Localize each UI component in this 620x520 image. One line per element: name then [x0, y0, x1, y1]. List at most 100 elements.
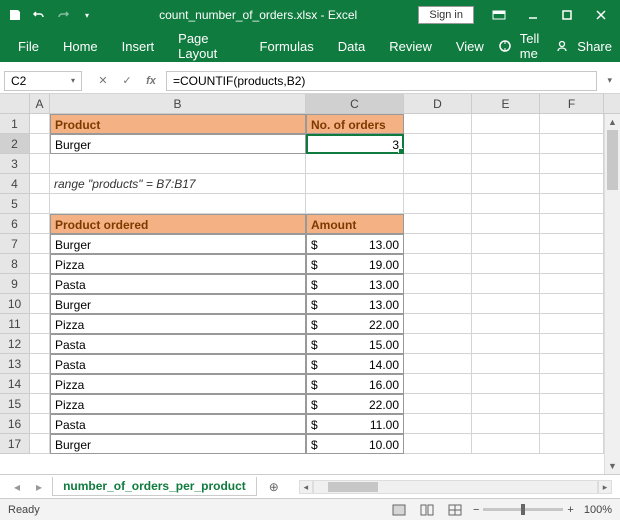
hscroll-thumb[interactable]	[328, 482, 378, 492]
cell[interactable]: range "products" = B7:B17	[50, 174, 306, 194]
zoom-in-icon[interactable]: +	[567, 504, 573, 516]
cell[interactable]	[540, 154, 604, 174]
tellme-icon[interactable]	[498, 39, 512, 53]
cell[interactable]	[404, 194, 472, 214]
cell[interactable]	[540, 214, 604, 234]
cell[interactable]	[472, 254, 540, 274]
col-header-A[interactable]: A	[30, 94, 50, 113]
scroll-thumb[interactable]	[607, 130, 618, 190]
select-all-corner[interactable]	[0, 94, 30, 113]
cell[interactable]	[472, 274, 540, 294]
maximize-icon[interactable]	[552, 5, 582, 25]
cell[interactable]: Pasta	[50, 414, 306, 434]
cell[interactable]	[472, 194, 540, 214]
zoom-slider[interactable]	[483, 508, 563, 511]
cell[interactable]	[472, 434, 540, 454]
tab-insert[interactable]: Insert	[112, 33, 165, 60]
cell[interactable]: $13.00	[306, 234, 404, 254]
pagebreak-view-icon[interactable]	[445, 502, 465, 518]
col-header-B[interactable]: B	[50, 94, 306, 113]
cell[interactable]: $22.00	[306, 394, 404, 414]
sign-in-button[interactable]: Sign in	[418, 6, 474, 24]
cell[interactable]	[472, 414, 540, 434]
chevron-down-icon[interactable]: ▾	[71, 76, 75, 85]
cell[interactable]	[540, 194, 604, 214]
cell[interactable]	[306, 154, 404, 174]
cell[interactable]	[30, 174, 50, 194]
hscroll-right-icon[interactable]: ▸	[598, 480, 612, 494]
tab-review[interactable]: Review	[379, 33, 442, 60]
cancel-formula-icon[interactable]: ✕	[94, 72, 112, 90]
cell[interactable]: Burger	[50, 234, 306, 254]
cell[interactable]: $15.00	[306, 334, 404, 354]
col-header-F[interactable]: F	[540, 94, 604, 113]
tab-view[interactable]: View	[446, 33, 494, 60]
normal-view-icon[interactable]	[389, 502, 409, 518]
cell[interactable]: Pizza	[50, 394, 306, 414]
share-icon[interactable]	[555, 39, 569, 53]
undo-icon[interactable]	[28, 5, 50, 25]
formula-input[interactable]: =COUNTIF(products,B2)	[166, 71, 597, 91]
cell[interactable]	[30, 434, 50, 454]
cell[interactable]: $19.00	[306, 254, 404, 274]
cell[interactable]	[30, 374, 50, 394]
cell[interactable]	[472, 374, 540, 394]
cell[interactable]	[404, 234, 472, 254]
cell[interactable]	[540, 294, 604, 314]
cell[interactable]	[540, 414, 604, 434]
cell[interactable]	[472, 294, 540, 314]
expand-formula-icon[interactable]: ▾	[603, 75, 616, 86]
pagelayout-view-icon[interactable]	[417, 502, 437, 518]
cell[interactable]	[540, 114, 604, 134]
tab-file[interactable]: File	[8, 33, 49, 60]
cell[interactable]	[472, 314, 540, 334]
cell[interactable]	[540, 254, 604, 274]
row-header[interactable]: 8	[0, 254, 30, 274]
cell[interactable]	[404, 414, 472, 434]
row-header[interactable]: 4	[0, 174, 30, 194]
cell[interactable]	[30, 274, 50, 294]
zoom-level[interactable]: 100%	[584, 504, 612, 516]
ribbon-options-icon[interactable]	[484, 5, 514, 25]
scroll-down-icon[interactable]: ▼	[605, 458, 620, 474]
redo-icon[interactable]	[52, 5, 74, 25]
cell[interactable]	[472, 214, 540, 234]
cell[interactable]	[540, 354, 604, 374]
cell[interactable]	[30, 214, 50, 234]
cell[interactable]: Pizza	[50, 314, 306, 334]
cell[interactable]	[540, 274, 604, 294]
cell[interactable]	[404, 174, 472, 194]
row-header[interactable]: 14	[0, 374, 30, 394]
cell[interactable]	[404, 254, 472, 274]
row-header[interactable]: 15	[0, 394, 30, 414]
row-header[interactable]: 11	[0, 314, 30, 334]
cell[interactable]	[306, 194, 404, 214]
enter-formula-icon[interactable]: ✓	[118, 72, 136, 90]
cell[interactable]	[30, 354, 50, 374]
cell[interactable]	[540, 334, 604, 354]
cell[interactable]: $14.00	[306, 354, 404, 374]
cell[interactable]	[472, 114, 540, 134]
cell[interactable]: $13.00	[306, 294, 404, 314]
cell[interactable]	[540, 174, 604, 194]
cell[interactable]	[404, 274, 472, 294]
cell[interactable]: Pasta	[50, 334, 306, 354]
row-header[interactable]: 1	[0, 114, 30, 134]
qat-dropdown-icon[interactable]: ▾	[76, 5, 98, 25]
col-header-C[interactable]: C	[306, 94, 404, 113]
row-header[interactable]: 17	[0, 434, 30, 454]
cell[interactable]: 3	[306, 134, 404, 154]
cell[interactable]: $13.00	[306, 274, 404, 294]
cell[interactable]	[404, 314, 472, 334]
tab-data[interactable]: Data	[328, 33, 375, 60]
sheet-nav-prev-icon[interactable]: ◂	[8, 480, 26, 494]
zoom-out-icon[interactable]: −	[473, 504, 479, 516]
cell[interactable]	[472, 174, 540, 194]
cell[interactable]	[30, 134, 50, 154]
sheet-tab[interactable]: number_of_orders_per_product	[52, 477, 257, 496]
row-header[interactable]: 13	[0, 354, 30, 374]
cell[interactable]	[404, 374, 472, 394]
cell[interactable]	[540, 134, 604, 154]
scroll-up-icon[interactable]: ▲	[605, 114, 620, 130]
cell[interactable]	[30, 414, 50, 434]
